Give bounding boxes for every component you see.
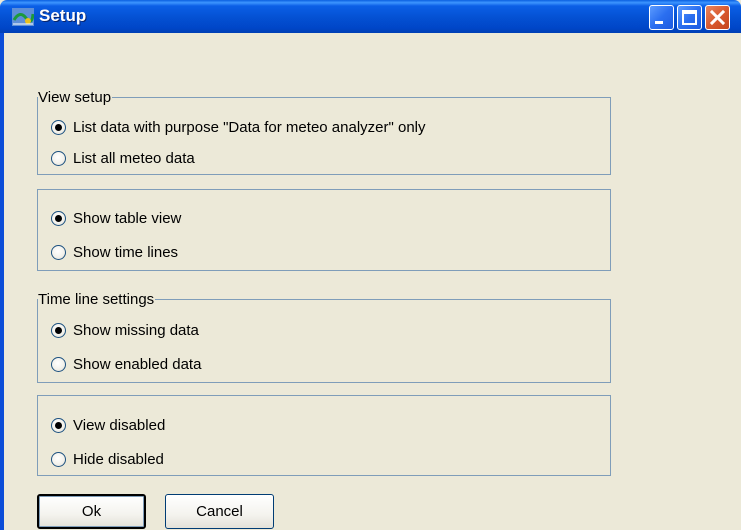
radio-button[interactable] (51, 244, 66, 260)
window-frame-left (0, 33, 4, 530)
radio-button-selected[interactable] (51, 417, 66, 433)
radio-show-missing-data[interactable]: Show missing data (51, 320, 199, 340)
ok-button[interactable]: Ok (37, 494, 146, 529)
radio-show-enabled-data[interactable]: Show enabled data (51, 354, 201, 374)
radio-list-purpose-only[interactable]: List data with purpose "Data for meteo a… (51, 117, 426, 137)
close-button[interactable] (705, 5, 730, 30)
time-line-settings-legend: Time line settings (38, 291, 156, 308)
radio-button[interactable] (51, 356, 66, 372)
app-logo-icon (12, 8, 34, 26)
window-title: Setup (39, 6, 87, 25)
radio-show-table-view[interactable]: Show table view (51, 208, 181, 228)
maximize-icon (682, 10, 697, 25)
close-icon (709, 9, 726, 26)
radio-button-selected[interactable] (51, 119, 66, 135)
radio-list-all-meteo[interactable]: List all meteo data (51, 148, 195, 168)
radio-view-disabled[interactable]: View disabled (51, 415, 165, 435)
view-setup-group: View setup List data with purpose "Data … (37, 89, 611, 175)
radio-label: Hide disabled (73, 450, 164, 468)
radio-label: List data with purpose "Data for meteo a… (73, 118, 426, 136)
radio-label: Show table view (73, 209, 182, 227)
radio-label: List all meteo data (73, 149, 195, 167)
disabled-view-group: View disabled Hide disabled (37, 395, 611, 476)
radio-hide-disabled[interactable]: Hide disabled (51, 449, 164, 469)
radio-label: View disabled (73, 416, 166, 434)
radio-label: Show enabled data (73, 355, 202, 373)
view-setup-legend: View setup (38, 89, 113, 106)
time-line-settings-group: Time line settings Show missing data Sho… (37, 291, 611, 383)
title-bar[interactable]: Setup (0, 0, 741, 33)
radio-button-selected[interactable] (51, 210, 66, 226)
radio-button[interactable] (51, 150, 66, 166)
minimize-button[interactable] (649, 5, 674, 30)
radio-button[interactable] (51, 451, 66, 467)
cancel-button[interactable]: Cancel (165, 494, 274, 529)
view-type-group: Show table view Show time lines (37, 189, 611, 271)
radio-label: Show time lines (73, 243, 179, 261)
radio-button-selected[interactable] (51, 322, 66, 338)
maximize-button[interactable] (677, 5, 702, 30)
minimize-icon (655, 21, 663, 24)
radio-label: Show missing data (73, 321, 199, 339)
radio-show-time-lines[interactable]: Show time lines (51, 242, 178, 262)
